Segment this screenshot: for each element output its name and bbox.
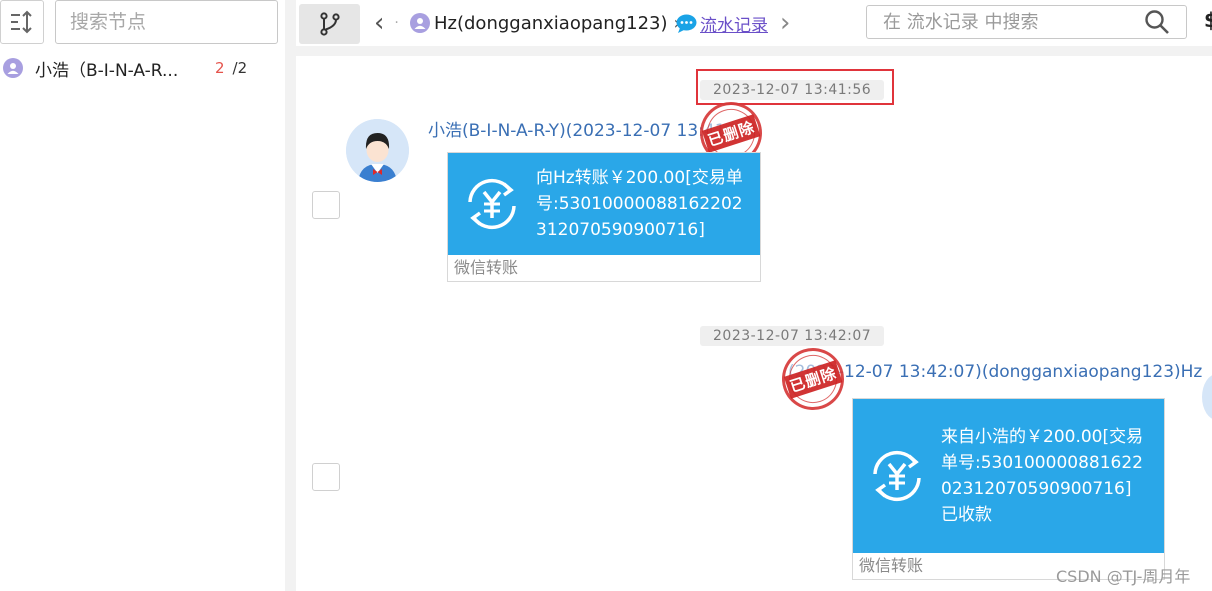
toolbar-divider <box>296 46 1212 56</box>
node-search-input[interactable] <box>68 6 315 38</box>
search-icon[interactable] <box>1144 9 1170 35</box>
transfer-card-content: 来自小浩的￥200.00[交易单号:5301000008816220231207… <box>941 424 1151 528</box>
sort-button[interactable] <box>0 0 44 44</box>
watermark: CSDN @TJ-周月年 <box>1056 567 1191 586</box>
user-avatar-icon <box>3 58 23 78</box>
sender-name: 小浩(B-I-N-A-R-Y)(2023-12-07 13:41 <box>428 121 726 141</box>
back-button[interactable]: ‹ · <box>374 8 399 38</box>
branch-icon <box>319 12 340 36</box>
message-select-checkbox[interactable] <box>312 191 340 219</box>
node-total: /2 <box>232 59 248 77</box>
sender-avatar <box>346 119 409 182</box>
transfer-card-status: 已收款 <box>941 505 992 525</box>
chat-search-input[interactable] <box>881 10 1144 34</box>
deleted-stamp-label: 已删除 <box>701 113 761 153</box>
sort-icon <box>11 10 32 34</box>
transfer-card-body: 来自小浩的￥200.00[交易单号:5301000008816220231207… <box>853 399 1164 553</box>
transfer-card[interactable]: 向Hz转账￥200.00[交易单号:5301000008816220231207… <box>447 152 761 282</box>
toolbar: ‹ · Hz(dongganxiaopang123) › 流水记录 › $ <box>296 0 1212 46</box>
node-item[interactable]: 小浩（B-I-N-A-R... 2 /2 <box>0 52 285 84</box>
currency-icon[interactable]: $ <box>1204 8 1212 32</box>
chevron-right-icon[interactable]: › <box>780 8 790 38</box>
sender-avatar <box>1202 374 1212 420</box>
panel-divider[interactable] <box>285 0 296 591</box>
breadcrumb-user-label[interactable]: Hz(dongganxiaopang123) <box>434 13 668 34</box>
user-avatar-icon <box>410 13 430 33</box>
chat-area: 2023-12-07 13:41:56 小浩(B-I-N-A-R-Y)(2023… <box>296 56 1212 591</box>
breadcrumb-chat[interactable]: 流水记录 <box>676 8 768 38</box>
transfer-yuan-icon <box>873 450 921 502</box>
transfer-yuan-icon <box>468 178 516 230</box>
branch-button[interactable] <box>299 4 360 44</box>
transfer-card-footer: 微信转账 <box>454 258 519 277</box>
sender-name: (2023-12-07 13:42:07)(dongganxiaopang123… <box>788 362 1203 382</box>
message-select-checkbox[interactable] <box>312 463 340 491</box>
message-timestamp: 2023-12-07 13:42:07 <box>700 326 885 346</box>
deleted-stamp: 已删除 <box>773 339 853 419</box>
deleted-stamp-label: 已删除 <box>783 359 843 399</box>
chevron-left-icon[interactable]: ‹ <box>374 10 384 36</box>
chat-bubble-icon <box>676 14 697 33</box>
transfer-card[interactable]: 来自小浩的￥200.00[交易单号:5301000008816220231207… <box>852 398 1165 580</box>
transfer-card-text: 向Hz转账￥200.00[交易单号:5301000008816220231207… <box>536 168 743 240</box>
breadcrumb-chat-link[interactable]: 流水记录 <box>700 11 768 36</box>
chat-search[interactable] <box>866 5 1187 39</box>
node-panel: 小浩（B-I-N-A-R... 2 /2 <box>0 0 315 591</box>
node-name: 小浩（B-I-N-A-R... <box>35 60 179 81</box>
cartoon-avatar-icon <box>346 119 409 182</box>
timestamp-highlight-box <box>696 69 894 105</box>
node-count: 2 <box>215 59 225 77</box>
transfer-card-text: 来自小浩的￥200.00[交易单号:5301000008816220231207… <box>941 427 1144 499</box>
breadcrumb-user[interactable]: Hz(dongganxiaopang123) › <box>410 8 687 38</box>
node-search[interactable] <box>55 0 315 44</box>
deleted-stamp-ring: 已删除 <box>782 348 844 410</box>
chevron-right-glyph: › <box>780 8 791 38</box>
transfer-card-body: 向Hz转账￥200.00[交易单号:5301000008816220231207… <box>448 153 760 255</box>
breadcrumb-dot: · <box>394 15 399 31</box>
